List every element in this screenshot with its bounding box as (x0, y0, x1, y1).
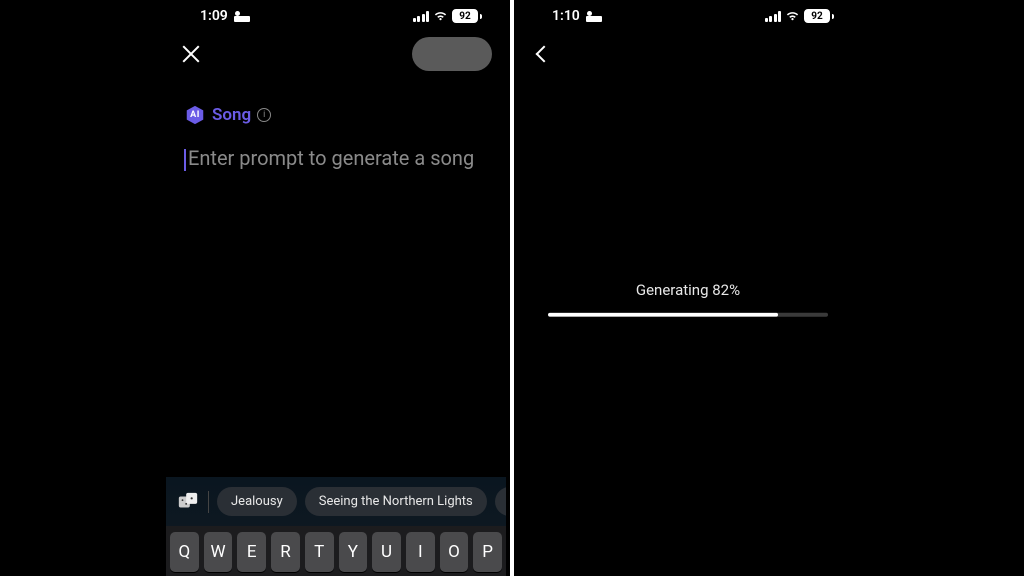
suggestion-chip[interactable]: Gardening with (495, 487, 506, 516)
close-icon[interactable] (180, 43, 202, 65)
key-y[interactable]: Y (339, 532, 368, 572)
generating-percent: 82 (712, 281, 729, 299)
keyboard-row: Q W E R T Y U I O P (170, 532, 502, 572)
key-o[interactable]: O (440, 532, 469, 572)
key-p[interactable]: P (473, 532, 502, 572)
keyboard[interactable]: Q W E R T Y U I O P (166, 526, 506, 576)
status-time: 1:09 (200, 8, 228, 24)
info-icon[interactable]: i (257, 108, 271, 122)
sleep-focus-icon (586, 10, 602, 22)
status-time: 1:10 (552, 8, 580, 24)
screen-generating: 1:10 92 Generating 82% (518, 0, 858, 576)
status-left: 1:10 (552, 8, 602, 24)
cellular-signal-icon (413, 11, 430, 22)
status-bar: 1:09 92 (166, 0, 506, 32)
key-i[interactable]: I (406, 532, 435, 572)
generating-label: Generating 82% (636, 281, 740, 299)
status-bar: 1:10 92 (518, 0, 858, 32)
prompt-area[interactable]: Enter prompt to generate a song (166, 146, 506, 171)
key-e[interactable]: E (237, 532, 266, 572)
status-left: 1:09 (200, 8, 250, 24)
ai-song-badge-row: AI Song i (166, 104, 506, 126)
screen-divider (510, 0, 514, 576)
screen-prompt: 1:09 92 AI (166, 0, 506, 576)
battery-indicator: 92 (452, 9, 482, 23)
key-w[interactable]: W (204, 532, 233, 572)
status-right: 92 (413, 9, 483, 23)
ai-badge-text: AI (190, 110, 200, 120)
battery-indicator: 92 (804, 9, 834, 23)
nav-bar (518, 32, 858, 76)
sleep-focus-icon (234, 10, 250, 22)
progress-fill (548, 313, 778, 317)
generating-prefix: Generating (636, 281, 712, 299)
prompt-placeholder: Enter prompt to generate a song (188, 146, 474, 170)
progress-bar (548, 313, 828, 317)
battery-level: 92 (804, 9, 830, 23)
ai-hexagon-icon: AI (184, 104, 206, 126)
back-icon[interactable] (536, 46, 553, 63)
wifi-icon (433, 10, 448, 22)
key-u[interactable]: U (372, 532, 401, 572)
suggestion-chip[interactable]: Seeing the Northern Lights (305, 487, 487, 516)
wifi-icon (785, 10, 800, 22)
submit-button[interactable] (412, 37, 492, 71)
suggestion-divider (208, 491, 209, 513)
status-right: 92 (765, 9, 835, 23)
text-cursor (184, 149, 186, 171)
key-r[interactable]: R (271, 532, 300, 572)
dice-icon[interactable] (176, 490, 200, 514)
bottom-stack: Jealousy Seeing the Northern Lights Gard… (166, 477, 506, 576)
suggestion-row: Jealousy Seeing the Northern Lights Gard… (166, 477, 506, 526)
suggestion-chip[interactable]: Jealousy (217, 487, 297, 516)
song-label: Song (212, 105, 251, 125)
battery-level: 92 (452, 9, 478, 23)
key-q[interactable]: Q (170, 532, 199, 572)
cellular-signal-icon (765, 11, 782, 22)
generating-suffix: % (729, 281, 740, 299)
nav-bar (166, 32, 506, 76)
key-t[interactable]: T (305, 532, 334, 572)
prompt-input[interactable]: Enter prompt to generate a song (184, 146, 488, 171)
generating-panel: Generating 82% (518, 281, 858, 317)
